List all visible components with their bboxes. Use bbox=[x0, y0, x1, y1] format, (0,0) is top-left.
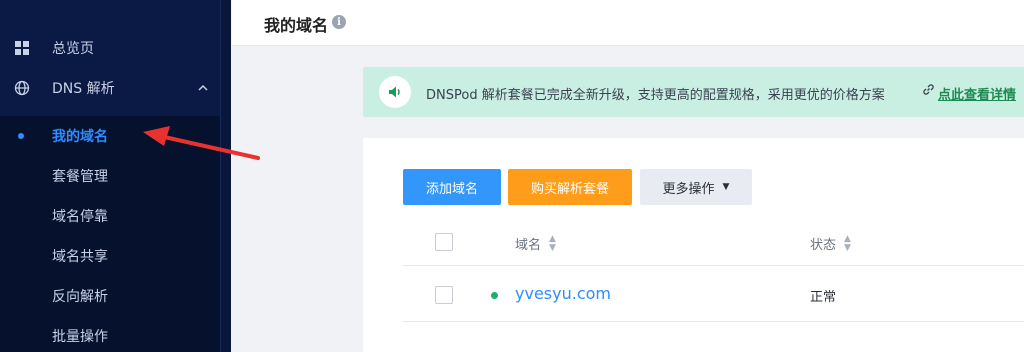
column-label: 域名 bbox=[515, 238, 542, 253]
info-icon[interactable]: i bbox=[332, 15, 346, 29]
more-actions-button[interactable]: 更多操作 ▼ bbox=[640, 169, 752, 205]
sort-icon: ▲ ▼ bbox=[844, 233, 851, 253]
notice-details-link[interactable]: 点此查看详情 bbox=[938, 84, 1016, 103]
buy-plan-button[interactable]: 购买解析套餐 bbox=[508, 169, 632, 205]
column-header-status[interactable]: 状态 ▲ ▼ bbox=[810, 234, 851, 253]
sidebar-item-dns[interactable]: DNS 解析 bbox=[0, 68, 220, 108]
sidebar-item-label: 我的域名 bbox=[52, 129, 108, 145]
domain-link[interactable]: yvesyu.com bbox=[515, 284, 611, 303]
link-icon bbox=[922, 83, 935, 100]
caret-down-icon: ▼ bbox=[722, 182, 730, 192]
speaker-icon bbox=[379, 76, 411, 108]
active-indicator bbox=[18, 133, 24, 139]
status-dot bbox=[491, 292, 498, 299]
divider bbox=[403, 265, 1024, 266]
sidebar-item-label: 域名共享 bbox=[52, 249, 108, 265]
sidebar-item-label: DNS 解析 bbox=[52, 81, 115, 97]
page-title: 我的域名 bbox=[264, 16, 329, 35]
sidebar-item-reverse[interactable]: 反向解析 bbox=[0, 276, 220, 316]
sidebar-item-label: 批量操作 bbox=[52, 329, 108, 345]
globe-icon bbox=[14, 80, 30, 96]
notice-text: DNSPod 解析套餐已完成全新升级，支持更高的配置规格，采用更优的价格方案 bbox=[426, 88, 885, 103]
sidebar-item-my-domains[interactable]: 我的域名 bbox=[0, 116, 220, 156]
select-all-checkbox[interactable] bbox=[435, 233, 453, 251]
column-header-domain[interactable]: 域名 ▲ ▼ bbox=[515, 234, 556, 253]
add-domain-button[interactable]: 添加域名 bbox=[403, 169, 501, 205]
sidebar-item-overview[interactable]: 总览页 bbox=[0, 28, 220, 68]
chevron-up-icon bbox=[196, 81, 210, 95]
sidebar-item-label: 总览页 bbox=[52, 41, 94, 57]
grid-icon bbox=[14, 40, 30, 56]
row-checkbox[interactable] bbox=[435, 286, 453, 304]
sort-icon: ▲ ▼ bbox=[549, 233, 556, 253]
sidebar-item-sharing[interactable]: 域名共享 bbox=[0, 236, 220, 276]
sidebar-item-label: 域名停靠 bbox=[52, 209, 108, 225]
sidebar-item-label: 套餐管理 bbox=[52, 169, 108, 185]
page-header bbox=[232, 0, 1024, 46]
sidebar-item-parking[interactable]: 域名停靠 bbox=[0, 196, 220, 236]
divider bbox=[403, 321, 1024, 322]
sidebar-item-batch[interactable]: 批量操作 bbox=[0, 316, 220, 352]
sidebar-item-plans[interactable]: 套餐管理 bbox=[0, 156, 220, 196]
sidebar-item-label: 反向解析 bbox=[52, 289, 108, 305]
column-label: 状态 bbox=[810, 238, 837, 253]
sidebar-divider bbox=[220, 0, 231, 352]
status-text: 正常 bbox=[810, 290, 837, 305]
more-actions-label: 更多操作 bbox=[662, 181, 715, 197]
